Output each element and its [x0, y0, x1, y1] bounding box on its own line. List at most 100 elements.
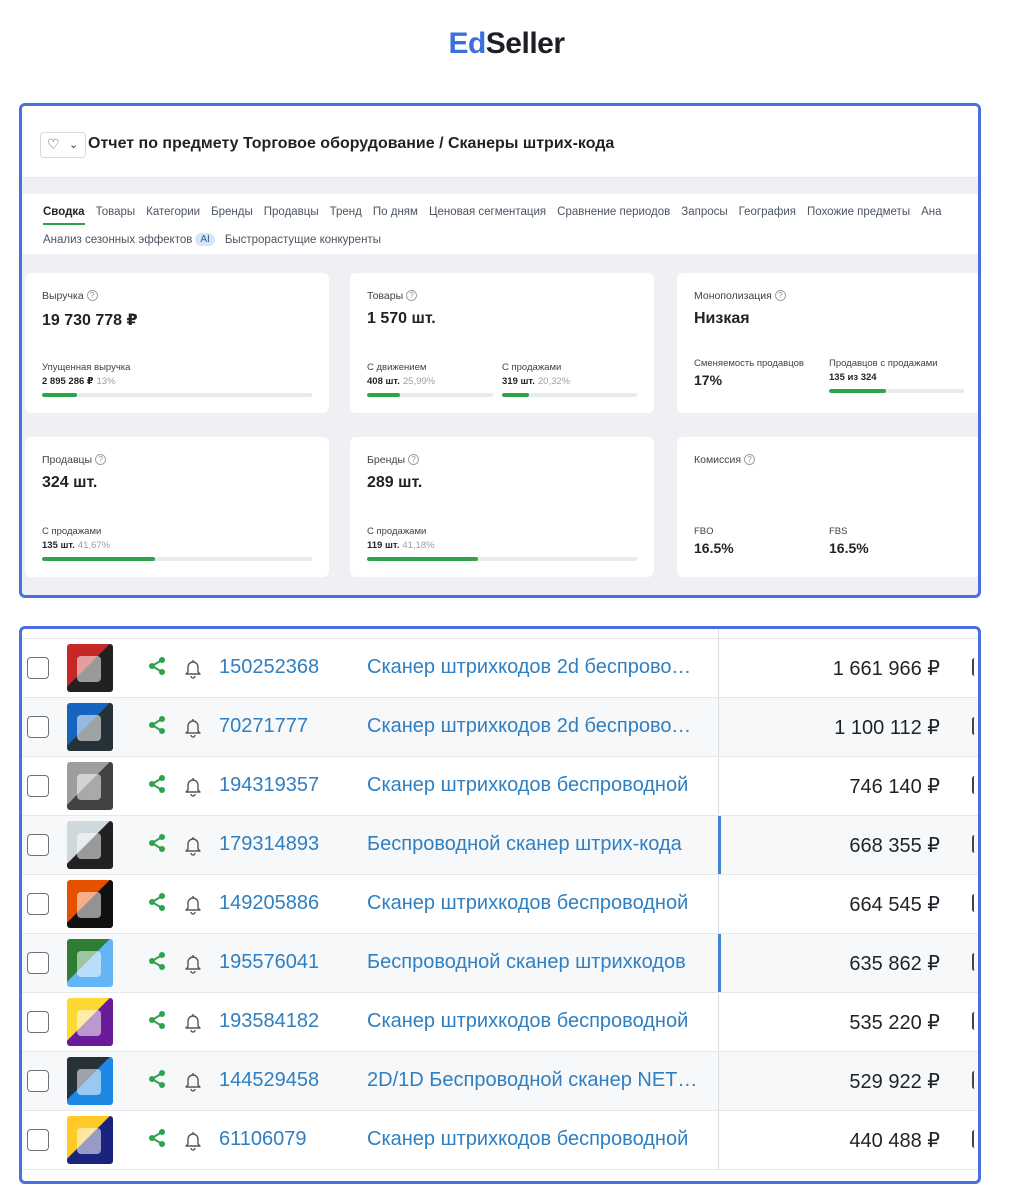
table-row[interactable]: 150252368 Сканер штрихкодов 2d беспроводн… [22, 639, 978, 698]
product-sku-link[interactable]: 150252368 [219, 656, 319, 679]
next-column-glyph [972, 717, 977, 735]
tab-fast-growing-competitors[interactable]: Быстрорастущие конкуренты [225, 234, 381, 246]
share-icon[interactable] [147, 833, 167, 853]
tab-1[interactable]: Товары [96, 206, 136, 218]
product-thumbnail[interactable] [67, 998, 113, 1046]
row-checkbox[interactable] [27, 1129, 49, 1151]
product-sku-link[interactable]: 195576041 [219, 951, 319, 974]
product-name-link[interactable]: Беспроводной сканер штрихкодов [367, 951, 702, 974]
product-sku-link[interactable]: 70271777 [219, 715, 308, 738]
table-row[interactable]: 70271777 Сканер штрихкодов 2d беспроводно… [22, 698, 978, 757]
tab-4[interactable]: Продавцы [264, 206, 319, 218]
help-icon[interactable]: ? [408, 454, 420, 465]
share-icon[interactable] [147, 1128, 167, 1148]
product-thumbnail[interactable] [67, 1116, 113, 1164]
sellers-value: 324 шт. [42, 474, 98, 491]
share-icon[interactable] [147, 1069, 167, 1089]
row-checkbox[interactable] [27, 893, 49, 915]
product-thumbnail[interactable] [67, 703, 113, 751]
help-icon[interactable]: ? [406, 290, 418, 301]
product-sku-link[interactable]: 61106079 [219, 1128, 307, 1151]
row-checkbox[interactable] [27, 834, 49, 856]
tab-0[interactable]: Сводка [43, 206, 85, 225]
product-name-link[interactable]: Сканер штрихкодов беспроводной [367, 774, 702, 797]
tab-11[interactable]: Похожие предметы [807, 206, 910, 218]
scanner-image [77, 951, 101, 977]
row-checkbox[interactable] [27, 775, 49, 797]
product-sku-link[interactable]: 193584182 [219, 1010, 319, 1033]
column-divider [718, 1111, 719, 1169]
table-row[interactable]: 144529458 2D/1D Беспроводной сканер NETUM… [22, 1052, 978, 1111]
tab-7[interactable]: Ценовая сегментация [429, 206, 546, 218]
help-icon[interactable]: ? [744, 454, 756, 465]
product-name-link[interactable]: Беспроводной сканер штрих-кода [367, 833, 702, 856]
product-name-link[interactable]: Сканер штрихкодов беспроводной [367, 892, 702, 915]
tab-2[interactable]: Категории [146, 206, 200, 218]
table-row[interactable]: 194319357 Сканер штрихкодов беспроводной 7… [22, 757, 978, 816]
product-thumbnail[interactable] [67, 644, 113, 692]
with-movement-label: С движением [367, 362, 427, 373]
share-icon[interactable] [147, 951, 167, 971]
share-icon[interactable] [147, 656, 167, 676]
favorite-dropdown-button[interactable]: ♡ ⌄ [40, 132, 86, 158]
bell-icon[interactable] [182, 834, 204, 856]
product-name-link[interactable]: Сканер штрихкодов беспроводной [367, 1128, 702, 1151]
product-thumbnail[interactable] [67, 821, 113, 869]
table-row[interactable]: 149205886 Сканер штрихкодов беспроводной 6… [22, 875, 978, 934]
tab-12[interactable]: Ана [921, 206, 941, 218]
report-summary-panel: ♡ ⌄ Отчет по предмету Торговое оборудова… [19, 103, 981, 598]
row-checkbox[interactable] [27, 657, 49, 679]
tab-8[interactable]: Сравнение периодов [557, 206, 670, 218]
table-row[interactable]: 61106079 Сканер штрихкодов беспроводной 44… [22, 1111, 978, 1170]
table-row[interactable]: 195576041 Беспроводной сканер штрихкодов 6… [22, 934, 978, 993]
bell-icon[interactable] [182, 716, 204, 738]
table-header-strip [22, 629, 978, 639]
product-thumbnail[interactable] [67, 1057, 113, 1105]
help-icon[interactable]: ? [86, 290, 98, 301]
row-checkbox[interactable] [27, 952, 49, 974]
product-name-link[interactable]: Сканер штрихкодов 2d беспроводной [367, 656, 702, 679]
tab-seasonal-effects[interactable]: Анализ сезонных эффектов [43, 234, 192, 246]
help-icon[interactable]: ? [774, 290, 786, 301]
share-icon[interactable] [147, 892, 167, 912]
share-icon[interactable] [147, 715, 167, 735]
row-checkbox[interactable] [27, 716, 49, 738]
progress-fill [42, 557, 156, 561]
bell-icon[interactable] [182, 1129, 204, 1151]
bell-icon[interactable] [182, 893, 204, 915]
tab-5[interactable]: Тренд [330, 206, 362, 218]
card-sellers: Продавцы? 324 шт. С продажами 135 шт. 41,… [25, 437, 329, 577]
share-icon[interactable] [147, 1010, 167, 1030]
product-revenue: 440 488 ₽ [849, 1130, 940, 1152]
table-row[interactable]: 179314893 Беспроводной сканер штрих-кода 6… [22, 816, 978, 875]
row-checkbox[interactable] [27, 1070, 49, 1092]
tab-6[interactable]: По дням [373, 206, 418, 218]
row-checkbox[interactable] [27, 1011, 49, 1033]
product-sku-link[interactable]: 144529458 [219, 1069, 319, 1092]
product-thumbnail[interactable] [67, 939, 113, 987]
product-sku-link[interactable]: 194319357 [219, 774, 319, 797]
bell-icon[interactable] [182, 1070, 204, 1092]
bell-icon[interactable] [182, 657, 204, 679]
product-sku-link[interactable]: 149205886 [219, 892, 319, 915]
product-name-link[interactable]: Сканер штрихкодов 2d беспроводной [367, 715, 702, 738]
bell-icon[interactable] [182, 952, 204, 974]
product-thumbnail[interactable] [67, 762, 113, 810]
scanner-image [77, 1010, 101, 1036]
card-monopoly: Монополизация? Низкая Сменяемость продав… [677, 273, 978, 413]
scanner-image [77, 656, 101, 682]
product-name-link[interactable]: Сканер штрихкодов беспроводной [367, 1010, 702, 1033]
tab-9[interactable]: Запросы [681, 206, 727, 218]
with-sales-label: С продажами [42, 526, 102, 537]
share-icon[interactable] [147, 774, 167, 794]
card-label: Продавцы [42, 454, 93, 466]
help-icon[interactable]: ? [95, 454, 107, 465]
tab-10[interactable]: География [739, 206, 796, 218]
product-thumbnail[interactable] [67, 880, 113, 928]
bell-icon[interactable] [182, 775, 204, 797]
table-row[interactable]: 193584182 Сканер штрихкодов беспроводной 5… [22, 993, 978, 1052]
bell-icon[interactable] [182, 1011, 204, 1033]
tab-3[interactable]: Бренды [211, 206, 253, 218]
product-name-link[interactable]: 2D/1D Беспроводной сканер NETUM [367, 1069, 702, 1092]
product-sku-link[interactable]: 179314893 [219, 833, 319, 856]
